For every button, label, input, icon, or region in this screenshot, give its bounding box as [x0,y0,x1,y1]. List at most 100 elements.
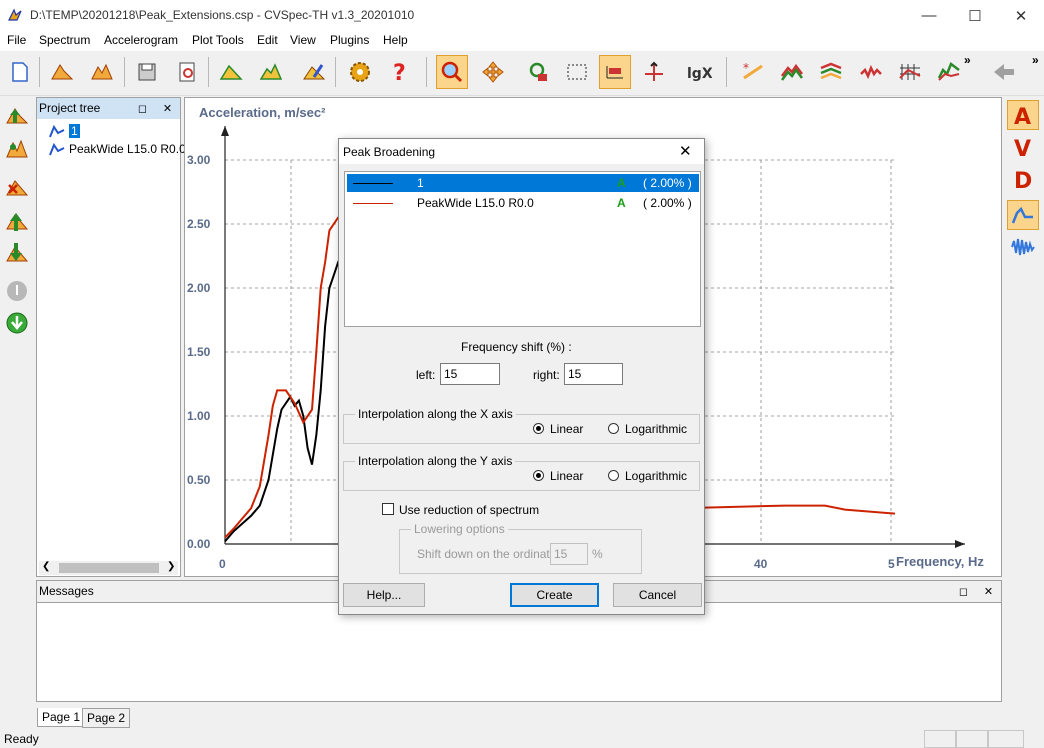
x-tick-label: 0 [219,557,226,571]
new-file-button[interactable] [4,55,36,89]
move-down-button[interactable] [4,240,30,266]
layered-curves-icon [781,63,803,81]
accelerogram-view-button[interactable] [1007,232,1039,262]
messages-close-button[interactable]: ✕ [980,583,997,599]
use-reduction-label: Use reduction of spectrum [399,503,540,517]
spectrum-tool-3-button[interactable] [298,55,330,89]
spectrum-tool-1-button[interactable] [215,55,247,89]
right-shift-input[interactable] [564,363,623,385]
displacement-mode-button[interactable]: D [1007,164,1039,194]
interp-x-linear-radio[interactable] [533,423,544,434]
interp-y-title: Interpolation along the Y axis [355,454,516,468]
toolbar-overflow-2-icon[interactable]: » [1032,53,1039,67]
menu-help[interactable]: Help [383,33,408,47]
log-scale-button[interactable]: lgX [683,55,715,89]
settings-button[interactable] [344,55,376,89]
scroll-right-icon[interactable]: ❯ [167,561,175,572]
shift-down-unit: % [592,547,603,561]
svg-text:lgX: lgX [687,66,712,82]
minimize-button[interactable]: — [906,0,952,31]
disabled-tool-button[interactable] [4,278,30,304]
tree-item-label: 1 [69,124,80,138]
new-document-icon [12,62,28,82]
spectra-listbox[interactable]: 1 A ( 2.00% ) PeakWide L15.0 R0.0 A ( 2.… [344,171,701,327]
scroll-thumb[interactable] [59,563,159,573]
open-accel-button[interactable] [86,55,118,89]
menu-spectrum[interactable]: Spectrum [39,33,90,47]
acceleration-mode-button[interactable]: A [1007,100,1039,130]
shift-down-input[interactable] [550,543,588,565]
axis-scale-icon [645,61,663,81]
tab-page-1[interactable]: Page 1 [37,708,86,727]
open-spectrum-button[interactable] [46,55,78,89]
list-item[interactable]: 1 A ( 2.00% ) [347,174,699,192]
tree-item-peakwide[interactable]: PeakWide L15.0 R0.0 [49,142,186,156]
menu-plugins[interactable]: Plugins [330,33,369,47]
tree-item-1[interactable]: 1 [49,124,80,138]
tree-horizontal-scrollbar[interactable]: ❮ ❯ [39,561,178,575]
menu-edit[interactable]: Edit [257,33,278,47]
maximize-button[interactable]: ☐ [952,0,998,31]
velocity-mode-button[interactable]: V [1007,132,1039,162]
print-preview-button[interactable] [171,55,203,89]
tab-page-2[interactable]: Page 2 [82,708,131,728]
use-reduction-checkbox[interactable] [382,503,394,515]
series-line-1 [224,223,357,543]
interp-x-log-radio[interactable] [608,423,619,434]
interp-y-log-label: Logarithmic [625,469,688,483]
interp-y-linear-radio[interactable] [533,470,544,481]
toolbar-overflow-icon[interactable]: » [964,53,971,67]
help-toolbar-button[interactable]: ? [384,55,416,89]
move-up-button[interactable] [4,208,30,234]
menu-file[interactable]: File [7,33,26,47]
spectrum-view-button[interactable] [1007,200,1039,230]
back-button[interactable] [988,55,1020,89]
dialog-close-button[interactable]: ✕ [679,142,692,160]
title-bar: D:\TEMP\20201218\Peak_Extensions.csp - C… [0,0,1044,31]
menu-view[interactable]: View [290,33,316,47]
pan-tool-button[interactable] [477,55,509,89]
help-button[interactable]: Help... [343,583,425,607]
create-button[interactable]: Create [510,583,599,607]
plot-tool-1-button[interactable]: * [737,55,769,89]
scroll-left-icon[interactable]: ❮ [42,561,50,572]
interp-y-group: Interpolation along the Y axis Linear Lo… [343,454,700,491]
x-axis-label: Frequency, Hz [896,554,984,569]
y-tick-label: 1.00 [187,409,211,423]
plot-tool-5-button[interactable] [894,55,926,89]
project-tree-maximize-button[interactable]: ◻ [134,100,151,116]
y-tick-label: 1.50 [187,345,211,359]
axis-range-button[interactable] [599,55,631,89]
plot-tool-6-button[interactable] [933,55,965,89]
left-tool-1-button[interactable] [4,102,30,128]
spectrum-open-icon [51,64,74,80]
left-shift-input[interactable] [440,363,500,385]
interp-x-linear-label: Linear [550,422,584,436]
zoom-fit-button[interactable] [522,55,554,89]
left-toolbar [0,96,34,576]
spectrum-item-icon [49,142,65,156]
zoom-tool-button[interactable] [436,55,468,89]
project-tree-close-button[interactable]: ✕ [159,100,176,116]
spectrum-tool-2-button[interactable] [255,55,287,89]
messages-maximize-button[interactable]: ◻ [955,583,972,599]
select-region-button[interactable] [561,55,593,89]
left-tool-3-button[interactable] [4,174,30,200]
axis-scale-button[interactable] [638,55,670,89]
plot-tool-4-button[interactable] [855,55,887,89]
plot-tool-3-button[interactable] [815,55,847,89]
plot-tool-2-button[interactable] [776,55,808,89]
menu-plot-tools[interactable]: Plot Tools [192,33,244,47]
messages-title: Messages [39,584,94,598]
interp-y-log-radio[interactable] [608,470,619,481]
list-item[interactable]: PeakWide L15.0 R0.0 A ( 2.00% ) [347,194,699,212]
tab-label: Page 1 [42,710,81,724]
save-button[interactable] [131,55,163,89]
y-axis-label: Acceleration, m/sec² [199,105,326,120]
menu-accelerogram[interactable]: Accelerogram [104,33,178,47]
left-tool-2-button[interactable] [4,136,30,162]
download-button[interactable] [4,310,30,336]
cancel-button[interactable]: Cancel [613,583,702,607]
disabled-circle-icon [7,281,27,301]
close-window-button[interactable]: ✕ [998,0,1044,31]
